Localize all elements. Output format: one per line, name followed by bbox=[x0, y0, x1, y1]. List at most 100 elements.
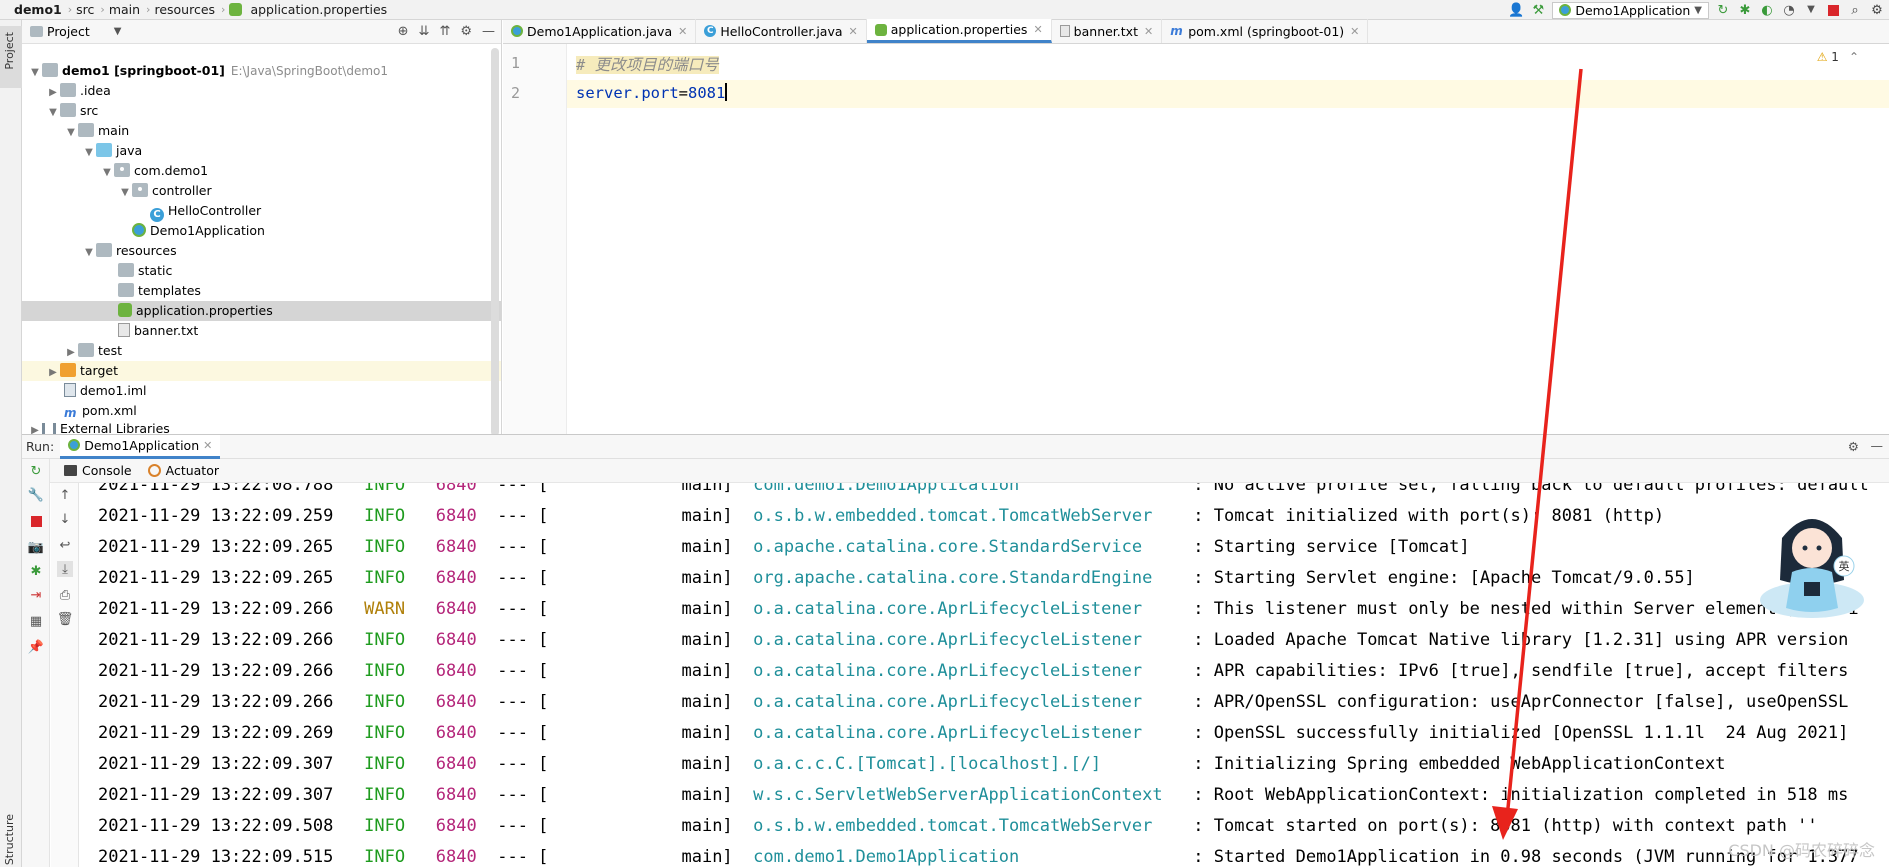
tab-application-properties[interactable]: application.properties ✕ bbox=[866, 19, 1052, 43]
hide-panel-icon[interactable]: — bbox=[1871, 438, 1884, 453]
rerun-icon[interactable]: ↻ bbox=[28, 463, 44, 479]
tree-item-controller[interactable]: ▼ controller bbox=[22, 181, 501, 201]
arrow-up-icon[interactable]: ↑ bbox=[57, 487, 73, 503]
text-caret bbox=[725, 83, 728, 101]
log-spacing bbox=[733, 785, 753, 805]
chevron-down-icon[interactable]: ▼ bbox=[82, 143, 96, 163]
console-log-line: 2021-11-29 13:22:09.266 WARN 6840 --- [ … bbox=[98, 599, 1859, 619]
settings-gear-icon[interactable]: ⚙ bbox=[1848, 439, 1859, 454]
tab-pom[interactable]: m pom.xml (springboot-01) ✕ bbox=[1162, 19, 1369, 43]
properties-file-icon bbox=[874, 23, 887, 36]
camera-icon[interactable]: 📷 bbox=[28, 539, 44, 555]
tree-item-pom[interactable]: m pom.xml bbox=[22, 401, 501, 421]
log-thread: main] bbox=[681, 692, 733, 712]
chevron-down-icon[interactable]: ▼ bbox=[82, 243, 96, 263]
breadcrumb-item-file[interactable]: application.properties bbox=[246, 2, 393, 17]
tree-item-java[interactable]: ▼ java bbox=[22, 141, 501, 161]
scroll-to-end-icon[interactable]: ⤓ bbox=[57, 561, 73, 577]
layout-icon[interactable]: ▦ bbox=[28, 613, 44, 629]
chevron-right-icon[interactable]: ▶ bbox=[46, 83, 60, 103]
close-icon[interactable]: ✕ bbox=[1350, 25, 1359, 38]
tree-item-templates[interactable]: templates bbox=[22, 281, 501, 301]
settings-gear-icon[interactable]: ⚙ bbox=[460, 24, 472, 39]
tree-item-project-root[interactable]: ▼ demo1 [springboot-01] E:\Java\SpringBoot… bbox=[22, 61, 501, 81]
debug-bug-icon[interactable]: ✱ bbox=[28, 563, 44, 579]
breadcrumb-item-project[interactable]: demo1 bbox=[10, 2, 68, 17]
expand-all-icon[interactable]: ⇊ bbox=[419, 24, 430, 39]
close-icon[interactable]: ✕ bbox=[203, 439, 212, 452]
tree-item-application-properties[interactable]: application.properties bbox=[22, 301, 501, 321]
chevron-down-icon[interactable]: ▼ bbox=[118, 183, 132, 203]
code-line-1[interactable]: # 更改项目的端口号 bbox=[576, 53, 719, 75]
stop-icon[interactable] bbox=[1825, 2, 1841, 18]
console-output[interactable]: 2021-11-29 13:22:08.788 INFO 6840 --- [ … bbox=[80, 483, 1889, 867]
tab-demo1application[interactable]: Demo1Application.java ✕ bbox=[503, 19, 697, 43]
run-tab-demo1application[interactable]: Demo1Application ✕ bbox=[60, 434, 221, 459]
run-configuration-select[interactable]: Demo1Application ▼ bbox=[1552, 1, 1709, 19]
project-view-select[interactable]: Project bbox=[47, 24, 90, 39]
user-icon[interactable]: 👤 bbox=[1508, 2, 1524, 18]
chevron-down-icon[interactable]: ▼ bbox=[28, 63, 42, 83]
chevron-right-icon[interactable]: ▶ bbox=[46, 363, 60, 383]
log-spacing bbox=[405, 816, 436, 836]
tree-item-package[interactable]: ▼ com.demo1 bbox=[22, 161, 501, 181]
chevron-down-icon[interactable]: ▼ bbox=[100, 163, 114, 183]
tree-item-banner[interactable]: banner.txt bbox=[22, 321, 501, 341]
stop-icon[interactable] bbox=[28, 513, 44, 529]
tab-console[interactable]: Console bbox=[64, 463, 132, 478]
close-icon[interactable]: ✕ bbox=[1144, 25, 1153, 38]
tree-item-iml[interactable]: demo1.iml bbox=[22, 381, 501, 401]
build-hammer-icon[interactable]: ⚒ bbox=[1530, 2, 1546, 18]
log-pid: 6840 bbox=[435, 483, 477, 495]
tab-actuator[interactable]: Actuator bbox=[147, 463, 219, 478]
print-icon[interactable]: ⎙ bbox=[57, 587, 73, 603]
close-icon[interactable]: ✕ bbox=[1033, 23, 1042, 36]
tree-item-hellocontroller[interactable]: C HelloController bbox=[22, 201, 501, 222]
search-icon[interactable]: ⌕ bbox=[1847, 2, 1863, 18]
debug-icon[interactable]: ✱ bbox=[1737, 2, 1753, 18]
tab-banner[interactable]: banner.txt ✕ bbox=[1052, 19, 1163, 43]
pin-icon[interactable]: 📌 bbox=[28, 639, 44, 655]
chevron-up-icon[interactable]: ⌃ bbox=[1849, 50, 1859, 64]
text-file-icon bbox=[1059, 25, 1070, 37]
trash-icon[interactable]: 🗑 bbox=[57, 611, 74, 627]
hide-panel-icon[interactable]: — bbox=[482, 24, 495, 39]
tree-item-idea[interactable]: ▶ .idea bbox=[22, 81, 501, 101]
structure-tool-button[interactable]: Structure bbox=[0, 810, 22, 867]
project-scrollbar[interactable] bbox=[491, 48, 499, 436]
tree-item-target[interactable]: ▶ target bbox=[22, 361, 501, 381]
chevron-right-icon[interactable]: ▶ bbox=[64, 343, 78, 363]
tree-item-static[interactable]: static bbox=[22, 261, 501, 281]
more-run-options-icon[interactable]: ▼ bbox=[1803, 2, 1819, 18]
console-log-line: 2021-11-29 13:22:09.266 INFO 6840 --- [ … bbox=[98, 692, 1848, 712]
locate-file-icon[interactable]: ⊕ bbox=[398, 24, 409, 39]
tree-item-demo1application[interactable]: Demo1Application bbox=[22, 221, 501, 241]
inspection-widget[interactable]: ⚠ 1 ⌃ bbox=[1817, 50, 1859, 64]
close-icon[interactable]: ✕ bbox=[678, 25, 687, 38]
rerun-icon[interactable]: ↻ bbox=[1715, 2, 1731, 18]
exit-icon[interactable]: ⇥ bbox=[28, 587, 44, 603]
tab-hellocontroller[interactable]: C HelloController.java ✕ bbox=[696, 19, 867, 43]
chevron-down-icon[interactable]: ▼ bbox=[114, 26, 122, 37]
tree-item-main[interactable]: ▼ main bbox=[22, 121, 501, 141]
settings-gear-icon[interactable]: ⚙ bbox=[1869, 2, 1885, 18]
chevron-down-icon[interactable]: ▼ bbox=[46, 103, 60, 123]
collapse-all-icon[interactable]: ⇈ bbox=[439, 24, 450, 39]
tree-item-resources[interactable]: ▼ resources bbox=[22, 241, 501, 261]
breadcrumb-item-main[interactable]: main bbox=[105, 2, 146, 17]
coverage-icon[interactable]: ◐ bbox=[1759, 2, 1775, 18]
chevron-down-icon[interactable]: ▼ bbox=[64, 123, 78, 143]
project-tool-button[interactable]: Project bbox=[0, 26, 22, 88]
breadcrumb-item-resources[interactable]: resources bbox=[150, 2, 221, 17]
close-icon[interactable]: ✕ bbox=[849, 25, 858, 38]
wrench-icon[interactable]: 🔧 bbox=[28, 487, 44, 503]
profile-icon[interactable]: ◔ bbox=[1781, 2, 1797, 18]
tree-item-test[interactable]: ▶ test bbox=[22, 341, 501, 361]
tree-item-src[interactable]: ▼ src bbox=[22, 101, 501, 121]
tree-item-label: main bbox=[98, 123, 130, 138]
soft-wrap-icon[interactable]: ↩ bbox=[57, 537, 73, 553]
code-line-2[interactable]: server.port=8081 bbox=[576, 83, 728, 102]
arrow-down-icon[interactable]: ↓ bbox=[57, 511, 73, 527]
log-spacing bbox=[1163, 785, 1194, 805]
breadcrumb-item-src[interactable]: src bbox=[72, 2, 100, 17]
